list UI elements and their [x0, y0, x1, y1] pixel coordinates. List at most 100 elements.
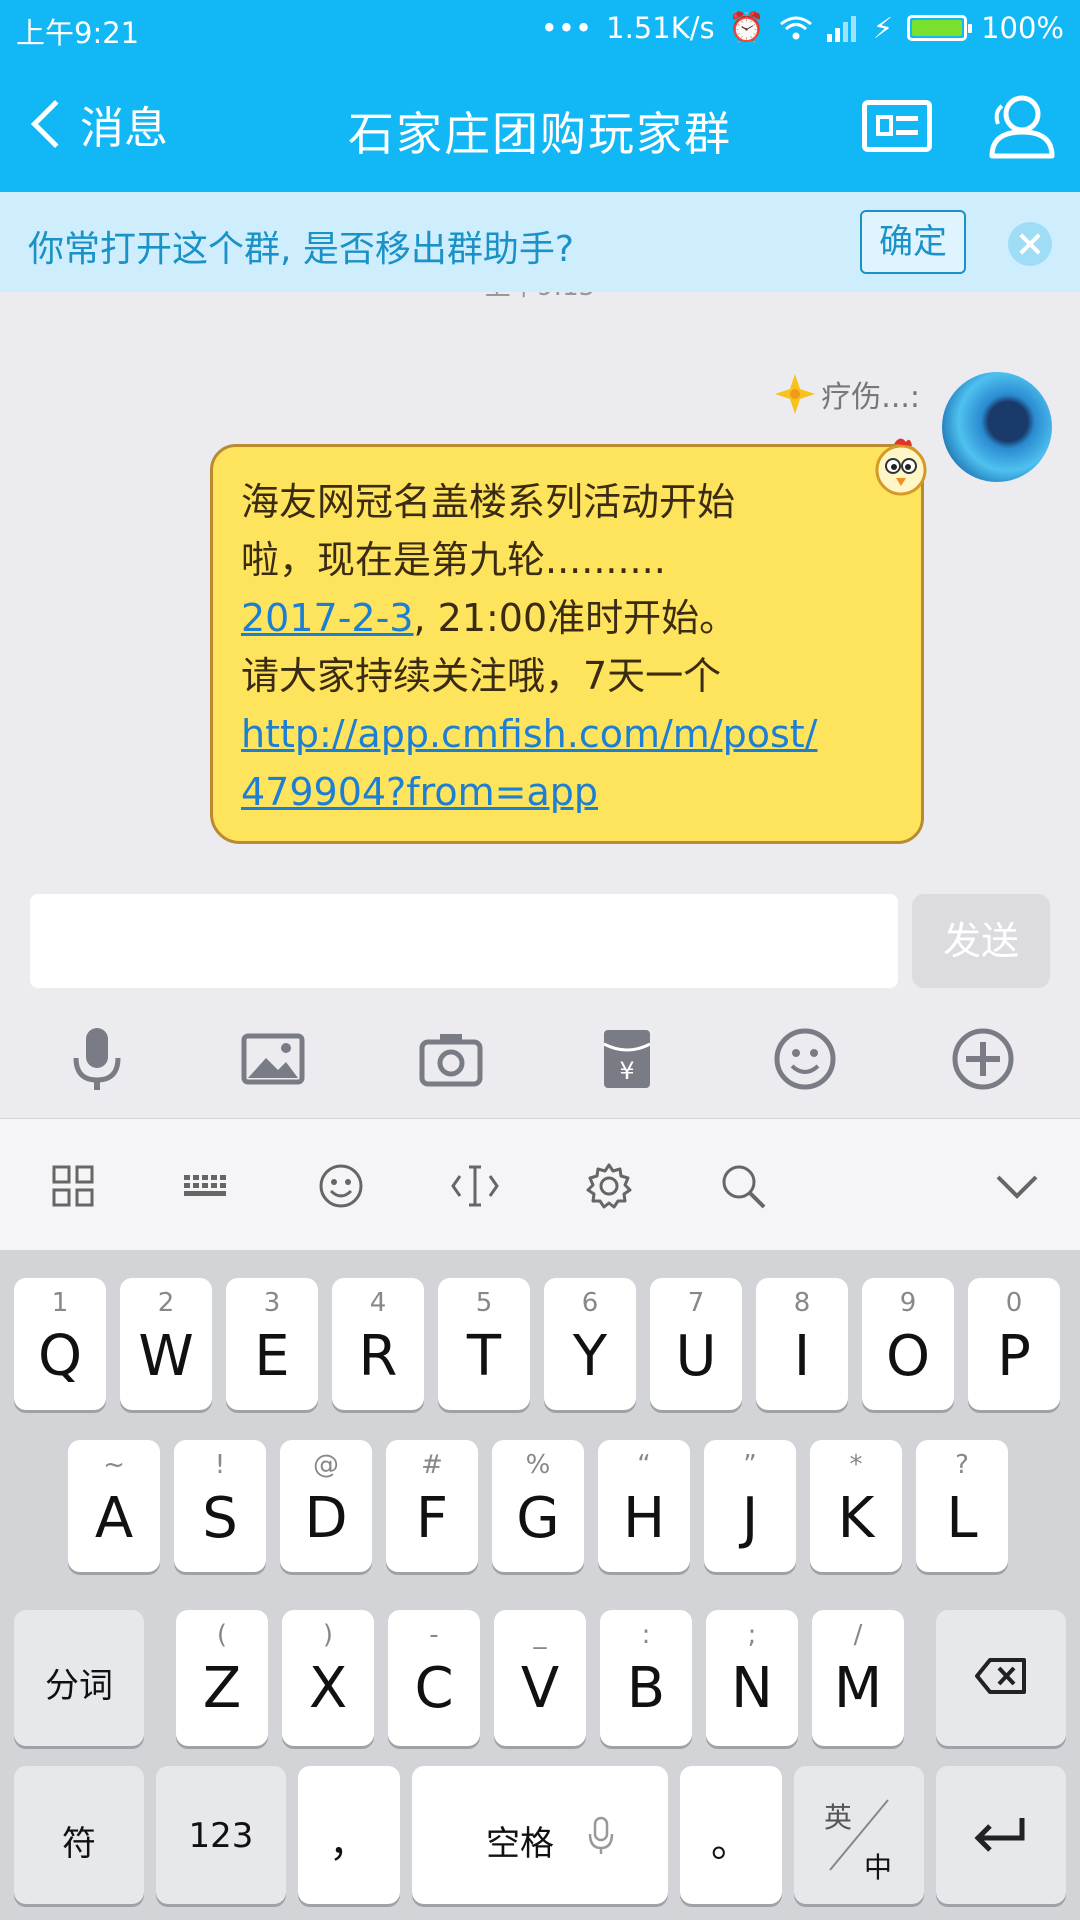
key-g[interactable]: % G: [492, 1440, 584, 1572]
key-f[interactable]: # F: [386, 1440, 478, 1572]
key-l[interactable]: ? L: [916, 1440, 1008, 1572]
keyboard-toolbar: [0, 1118, 1080, 1250]
sparkle-badge-icon: [775, 374, 816, 414]
key-q[interactable]: 1Q: [14, 1278, 106, 1410]
settings-gear-icon[interactable]: [584, 1161, 634, 1211]
date-link[interactable]: 2017-2-3: [241, 596, 413, 640]
key-hint: ”: [743, 1450, 757, 1480]
key-hint: 9: [899, 1288, 917, 1318]
key-w[interactable]: 2W: [120, 1278, 212, 1410]
comma-key[interactable]: ，: [298, 1766, 400, 1904]
key-a[interactable]: ~ A: [68, 1440, 160, 1572]
key-hint: 1: [51, 1288, 69, 1318]
svg-text:¥: ¥: [619, 1057, 634, 1085]
key-letter: J: [741, 1486, 759, 1551]
keyboard-layout-icon[interactable]: [182, 1161, 232, 1211]
key-letter: Y: [572, 1324, 608, 1389]
key-m[interactable]: / M: [812, 1610, 904, 1746]
key-hint: ?: [955, 1450, 969, 1480]
key-v[interactable]: _ V: [494, 1610, 586, 1746]
camera-icon[interactable]: [416, 1024, 486, 1094]
key-hint: #: [421, 1450, 443, 1480]
key-letter: P: [997, 1324, 1031, 1389]
period-key[interactable]: 。: [680, 1766, 782, 1904]
send-button[interactable]: 发送: [912, 894, 1050, 988]
composer-toolbar: ¥: [0, 1000, 1080, 1118]
key-b[interactable]: :B: [600, 1610, 692, 1746]
key-letter: B: [626, 1656, 666, 1721]
key-letter: R: [358, 1324, 398, 1389]
enter-icon: [974, 1818, 1025, 1852]
segment-key[interactable]: 分词: [14, 1610, 144, 1746]
key-u[interactable]: 7U: [650, 1278, 742, 1410]
key-x[interactable]: ) X: [282, 1610, 374, 1746]
key-c[interactable]: -C: [388, 1610, 480, 1746]
image-icon[interactable]: [238, 1024, 308, 1094]
group-members-icon[interactable]: [980, 86, 1060, 166]
key-e[interactable]: 3E: [226, 1278, 318, 1410]
message-line: 海友网冠名盖楼系列活动开始: [241, 480, 736, 524]
red-packet-icon[interactable]: ¥: [592, 1024, 662, 1094]
key-letter: I: [793, 1324, 811, 1389]
charging-icon: ⚡: [872, 10, 894, 45]
collapse-keyboard-icon[interactable]: [992, 1161, 1042, 1211]
key-j[interactable]: ” J: [704, 1440, 796, 1572]
period-key-label: 。: [711, 1820, 751, 1866]
key-hint: ): [322, 1620, 334, 1650]
key-hint: -: [429, 1620, 439, 1650]
key-r[interactable]: 4R: [332, 1278, 424, 1410]
message-input[interactable]: [30, 894, 898, 988]
url-link-continued[interactable]: 479904?from=app: [241, 763, 895, 821]
key-i[interactable]: 8I: [756, 1278, 848, 1410]
key-letter: O: [885, 1324, 931, 1389]
sender-avatar[interactable]: [942, 372, 1052, 482]
cursor-move-icon[interactable]: [450, 1161, 500, 1211]
group-profile-card-icon[interactable]: [862, 100, 932, 152]
keyboard-emoji-icon[interactable]: [316, 1161, 366, 1211]
symbol-key[interactable]: 符: [14, 1766, 144, 1904]
confirm-button[interactable]: 确定: [860, 210, 966, 274]
key-letter: A: [94, 1486, 134, 1551]
emoji-icon[interactable]: [770, 1024, 840, 1094]
key-y[interactable]: 6Y: [544, 1278, 636, 1410]
search-icon[interactable]: [718, 1161, 768, 1211]
key-hint: 8: [793, 1288, 811, 1318]
close-icon[interactable]: [1008, 222, 1052, 266]
key-k[interactable]: * K: [810, 1440, 902, 1572]
key-hint: 7: [687, 1288, 705, 1318]
group-assistant-banner: 你常打开这个群, 是否移出群助手? 确定: [0, 192, 1080, 292]
key-letter: N: [731, 1656, 773, 1721]
key-s[interactable]: ! S: [174, 1440, 266, 1572]
title-bar: 消息 石家庄团购玩家群: [0, 70, 1080, 180]
key-n[interactable]: ; N: [706, 1610, 798, 1746]
key-letter: S: [202, 1486, 238, 1551]
segment-key-label: 分词: [45, 1666, 113, 1706]
key-letter: F: [415, 1486, 449, 1551]
number-key-label: 123: [188, 1816, 254, 1856]
url-link[interactable]: http://app.cmfish.com/m/post/: [241, 705, 895, 763]
plus-icon[interactable]: [948, 1024, 1018, 1094]
key-z[interactable]: (Z: [176, 1610, 268, 1746]
key-hint: /: [853, 1620, 863, 1650]
apps-grid-icon[interactable]: [48, 1161, 98, 1211]
message-line: 请大家持续关注哦，7天一个: [241, 654, 722, 698]
backspace-icon: [975, 1658, 1026, 1694]
backspace-key[interactable]: [936, 1610, 1066, 1746]
language-switch-key[interactable]: 英 中: [794, 1766, 924, 1904]
time-text: , 21:00准时开始。: [413, 596, 738, 640]
microphone-icon[interactable]: [62, 1024, 132, 1094]
number-key[interactable]: 123: [156, 1766, 286, 1904]
key-t[interactable]: 5T: [438, 1278, 530, 1410]
key-letter: Q: [37, 1324, 83, 1389]
enter-key[interactable]: [936, 1766, 1066, 1904]
key-hint: “: [637, 1450, 651, 1480]
message-bubble[interactable]: 海友网冠名盖楼系列活动开始 啦，现在是第九轮.......... 2017-2-…: [210, 444, 924, 844]
voice-input-icon: [588, 1816, 614, 1854]
space-key[interactable]: 空格: [412, 1766, 668, 1904]
key-o[interactable]: 9O: [862, 1278, 954, 1410]
key-p[interactable]: 0P: [968, 1278, 1060, 1410]
key-d[interactable]: @ D: [280, 1440, 372, 1572]
status-bar: 上午9:21 ••• 1.51K/s ⏰ ⚡ 100%: [0, 0, 1080, 56]
status-right: ••• 1.51K/s ⏰ ⚡ 100%: [541, 10, 1064, 45]
key-h[interactable]: “H: [598, 1440, 690, 1572]
